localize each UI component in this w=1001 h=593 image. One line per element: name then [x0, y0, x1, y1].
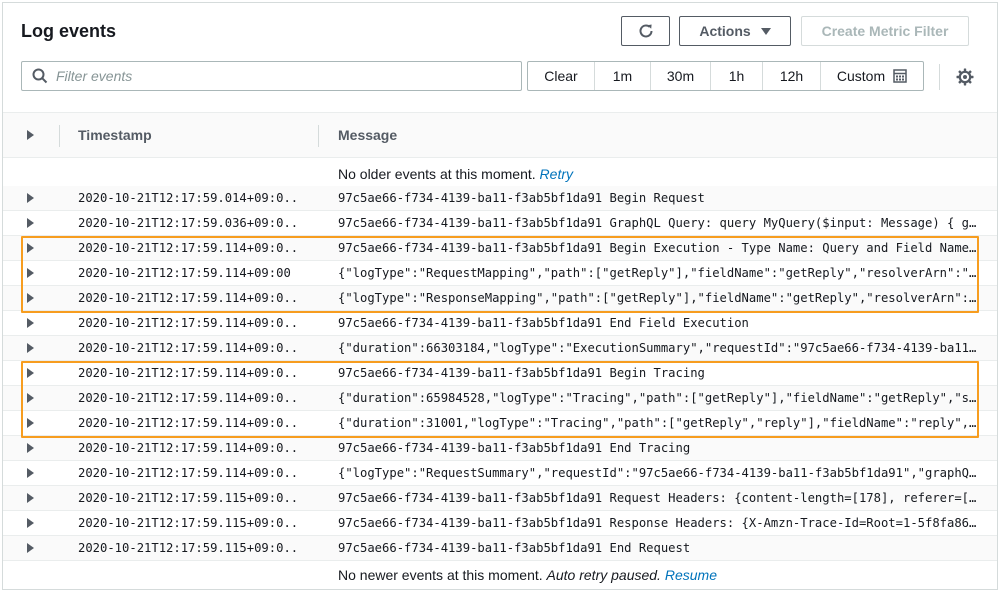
event-message: 97c5ae66-f734-4139-ba11-f3ab5bf1da91 End… [338, 441, 691, 455]
event-timestamp: 2020-10-21T12:17:59.114+09:0... [78, 341, 298, 355]
custom-range-label: Custom [836, 68, 886, 84]
page-title: Log events [21, 21, 117, 41]
refresh-icon [639, 24, 652, 38]
older-events-notice: No older events at this moment. Retry [338, 166, 573, 182]
event-timestamp: 2020-10-21T12:17:59.114+09:0... [78, 391, 298, 405]
caret-down-icon [760, 27, 771, 35]
range-1m-button[interactable]: 1m [595, 62, 651, 90]
older-events-text: No older events at this moment. [338, 166, 536, 182]
toolbar-divider [939, 64, 940, 90]
expand-row-icon[interactable] [27, 318, 34, 328]
event-message: {"logType":"RequestMapping","path":["get… [338, 266, 978, 280]
column-separator [318, 125, 319, 147]
time-range-selector: Clear 1m 30m 1h 12h Custom [527, 61, 924, 91]
event-message: 97c5ae66-f734-4139-ba11-f3ab5bf1da91 Beg… [338, 366, 705, 380]
create-metric-filter-button[interactable]: Create Metric Filter [801, 16, 969, 46]
range-12h-button[interactable]: 12h [763, 62, 821, 90]
event-timestamp: 2020-10-21T12:17:59.114+09:0... [78, 291, 298, 305]
event-timestamp: 2020-10-21T12:17:59.115+09:0... [78, 541, 298, 555]
retry-link[interactable]: Retry [540, 166, 573, 182]
expand-row-icon[interactable] [27, 193, 34, 203]
log-events-list: 2020-10-21T12:17:59.014+09:0... 97c5ae66-… [3, 186, 997, 561]
actions-button[interactable]: Actions [679, 16, 791, 46]
log-event-row[interactable]: 2020-10-21T12:17:59.114+09:0... {"logType… [3, 461, 997, 486]
column-header-timestamp[interactable]: Timestamp [78, 127, 152, 143]
expand-row-icon[interactable] [27, 268, 34, 278]
refresh-button[interactable] [621, 16, 670, 46]
calendar-icon [893, 69, 907, 83]
expand-row-icon[interactable] [27, 493, 34, 503]
expand-row-icon[interactable] [27, 543, 34, 553]
log-event-row[interactable]: 2020-10-21T12:17:59.114+09:00 {"logType":… [3, 261, 997, 286]
expand-row-icon[interactable] [27, 293, 34, 303]
expand-row-icon[interactable] [27, 518, 34, 528]
log-event-row[interactable]: 2020-10-21T12:17:59.114+09:0... 97c5ae66-… [3, 436, 997, 461]
event-timestamp: 2020-10-21T12:17:59.114+09:0... [78, 366, 298, 380]
event-timestamp: 2020-10-21T12:17:59.115+09:0... [78, 491, 298, 505]
log-event-row[interactable]: 2020-10-21T12:17:59.036+09:0... 97c5ae66-… [3, 211, 997, 236]
expand-row-icon[interactable] [27, 243, 34, 253]
event-message: 97c5ae66-f734-4139-ba11-f3ab5bf1da91 Res… [338, 516, 978, 530]
log-event-row[interactable]: 2020-10-21T12:17:59.115+09:0... 97c5ae66-… [3, 486, 997, 511]
column-header-message[interactable]: Message [338, 127, 397, 143]
event-timestamp: 2020-10-21T12:17:59.114+09:00 [78, 266, 291, 280]
event-message: {"logType":"ResponseMapping","path":["ge… [338, 291, 978, 305]
event-message: 97c5ae66-f734-4139-ba11-f3ab5bf1da91 Beg… [338, 241, 978, 255]
event-message: {"duration":65984528,"logType":"Tracing"… [338, 391, 978, 405]
event-message: {"logType":"RequestSummary","requestId":… [338, 466, 978, 480]
event-message: 97c5ae66-f734-4139-ba11-f3ab5bf1da91 Req… [338, 491, 978, 505]
expand-row-icon[interactable] [27, 418, 34, 428]
event-timestamp: 2020-10-21T12:17:59.114+09:0... [78, 441, 298, 455]
event-timestamp: 2020-10-21T12:17:59.114+09:0... [78, 316, 298, 330]
event-timestamp: 2020-10-21T12:17:59.115+09:0... [78, 516, 298, 530]
event-timestamp: 2020-10-21T12:17:59.114+09:0... [78, 416, 298, 430]
range-30m-button[interactable]: 30m [651, 62, 711, 90]
log-event-row[interactable]: 2020-10-21T12:17:59.114+09:0... {"duratio… [3, 386, 997, 411]
event-message: 97c5ae66-f734-4139-ba11-f3ab5bf1da91 Gra… [338, 216, 978, 230]
event-message: 97c5ae66-f734-4139-ba11-f3ab5bf1da91 End… [338, 541, 691, 555]
log-event-row[interactable]: 2020-10-21T12:17:59.114+09:0... {"logType… [3, 286, 997, 311]
event-message: 97c5ae66-f734-4139-ba11-f3ab5bf1da91 Beg… [338, 191, 705, 205]
event-message: 97c5ae66-f734-4139-ba11-f3ab5bf1da91 End… [338, 316, 749, 330]
log-event-row[interactable]: 2020-10-21T12:17:59.014+09:0... 97c5ae66-… [3, 186, 997, 211]
event-message: {"duration":66303184,"logType":"Executio… [338, 341, 978, 355]
filter-events-input[interactable] [56, 68, 496, 84]
expand-row-icon[interactable] [27, 468, 34, 478]
column-separator [59, 125, 60, 147]
log-event-row[interactable]: 2020-10-21T12:17:59.114+09:0... 97c5ae66-… [3, 361, 997, 386]
resume-link[interactable]: Resume [665, 567, 717, 583]
auto-retry-paused-text: Auto retry paused. [546, 567, 661, 583]
expand-row-icon[interactable] [27, 393, 34, 403]
expand-row-icon[interactable] [27, 218, 34, 228]
clear-button[interactable]: Clear [528, 62, 595, 90]
log-event-row[interactable]: 2020-10-21T12:17:59.114+09:0... 97c5ae66-… [3, 311, 997, 336]
expand-row-icon[interactable] [27, 343, 34, 353]
expand-all-icon[interactable] [27, 130, 34, 140]
log-event-row[interactable]: 2020-10-21T12:17:59.115+09:0... 97c5ae66-… [3, 536, 997, 561]
log-event-row[interactable]: 2020-10-21T12:17:59.114+09:0... {"duratio… [3, 336, 997, 361]
custom-range-button[interactable]: Custom [821, 62, 923, 90]
newer-events-text: No newer events at this moment. [338, 567, 543, 583]
table-header: Timestamp Message [3, 112, 997, 158]
event-timestamp: 2020-10-21T12:17:59.114+09:0... [78, 466, 298, 480]
expand-row-icon[interactable] [27, 368, 34, 378]
gear-icon[interactable] [956, 68, 974, 86]
event-timestamp: 2020-10-21T12:17:59.014+09:0... [78, 191, 298, 205]
actions-label: Actions [699, 23, 751, 39]
event-timestamp: 2020-10-21T12:17:59.036+09:0... [78, 216, 298, 230]
search-icon [32, 68, 48, 84]
log-event-row[interactable]: 2020-10-21T12:17:59.114+09:0... {"duratio… [3, 411, 997, 436]
expand-row-icon[interactable] [27, 443, 34, 453]
log-event-row[interactable]: 2020-10-21T12:17:59.114+09:0... 97c5ae66-… [3, 236, 997, 261]
event-timestamp: 2020-10-21T12:17:59.114+09:0... [78, 241, 298, 255]
newer-events-notice: No newer events at this moment. Auto ret… [338, 567, 717, 583]
event-message: {"duration":31001,"logType":"Tracing","p… [338, 416, 978, 430]
range-1h-button[interactable]: 1h [711, 62, 763, 90]
filter-events-search[interactable] [21, 61, 522, 91]
log-event-row[interactable]: 2020-10-21T12:17:59.115+09:0... 97c5ae66-… [3, 511, 997, 536]
